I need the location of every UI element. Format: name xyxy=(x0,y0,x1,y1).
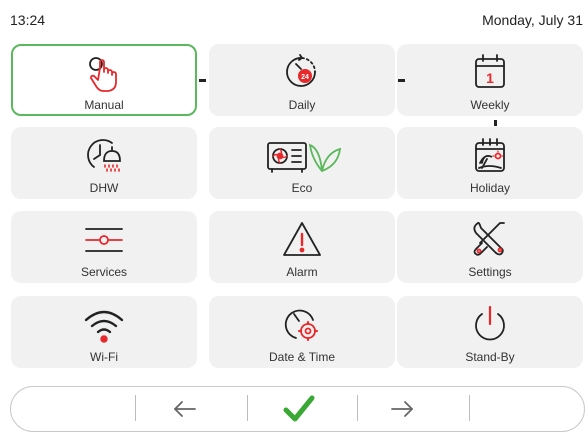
clock-gear-icon xyxy=(280,304,324,344)
wrench-screwdriver-icon xyxy=(468,219,512,259)
warning-triangle-icon xyxy=(280,219,324,259)
sliders-icon xyxy=(82,219,126,259)
status-bar: 13:24 Monday, July 31 xyxy=(0,0,587,36)
divider xyxy=(247,395,248,421)
hand-pointer-icon xyxy=(82,54,126,94)
tile-daily[interactable]: 24 Daily xyxy=(209,44,395,116)
svg-text:24: 24 xyxy=(301,74,309,81)
tile-label: Services xyxy=(80,265,127,279)
hot-water-shower-icon xyxy=(82,135,126,175)
tile-manual[interactable]: Manual xyxy=(11,44,197,116)
tile-label: DHW xyxy=(89,181,119,195)
calendar-beach-icon xyxy=(468,135,512,175)
tile-label: Date & Time xyxy=(268,350,336,364)
current-date: Monday, July 31 xyxy=(482,12,583,28)
tile-label: Holiday xyxy=(469,181,511,195)
tile-label: Alarm xyxy=(286,265,318,279)
tile-eco[interactable]: Eco xyxy=(209,127,395,199)
tile-label: Manual xyxy=(84,98,124,112)
tile-services[interactable]: Services xyxy=(11,211,197,283)
divider xyxy=(357,395,358,421)
connector-weekly-holiday xyxy=(494,120,497,126)
tile-dhw[interactable]: DHW xyxy=(11,127,197,199)
tile-wifi[interactable]: Wi-Fi xyxy=(11,296,197,368)
tile-label: Eco xyxy=(291,181,313,195)
bottom-nav-bar xyxy=(10,386,585,432)
back-arrow-icon[interactable] xyxy=(171,397,199,421)
tile-date-time[interactable]: Date & Time xyxy=(209,296,395,368)
connector-daily-weekly xyxy=(398,79,405,82)
confirm-check-icon[interactable] xyxy=(281,393,317,425)
wifi-icon xyxy=(82,304,126,344)
tile-label: Weekly xyxy=(470,98,510,112)
tile-label: Wi-Fi xyxy=(90,350,118,364)
heat-pump-leaf-icon xyxy=(262,135,342,175)
tile-label: Daily xyxy=(288,98,316,112)
forward-arrow-icon[interactable] xyxy=(388,397,416,421)
tile-stand-by[interactable]: Stand-By xyxy=(397,296,583,368)
power-icon xyxy=(468,304,512,344)
tile-alarm[interactable]: Alarm xyxy=(209,211,395,283)
tile-settings[interactable]: Settings xyxy=(397,211,583,283)
tile-label: Settings xyxy=(468,265,512,279)
connector-manual-daily xyxy=(199,79,206,82)
tile-holiday[interactable]: Holiday xyxy=(397,127,583,199)
clock-24-icon: 24 xyxy=(280,52,324,92)
calendar-1-icon: 1 xyxy=(468,52,512,92)
tile-label: Stand-By xyxy=(465,350,515,364)
clock-time: 13:24 xyxy=(10,12,46,28)
divider xyxy=(469,395,470,421)
divider xyxy=(135,395,136,421)
tile-weekly[interactable]: 1 Weekly xyxy=(397,44,583,116)
svg-text:1: 1 xyxy=(486,70,494,86)
